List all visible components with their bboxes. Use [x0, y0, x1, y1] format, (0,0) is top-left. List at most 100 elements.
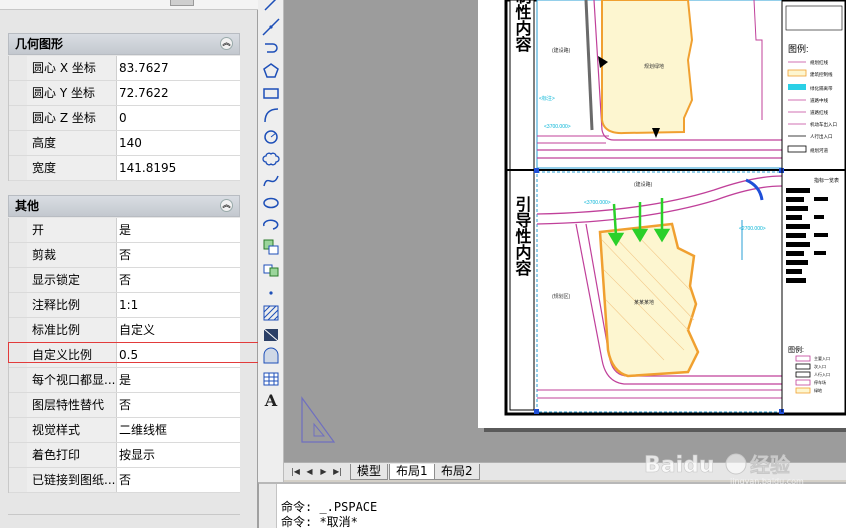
prop-row-shade-plot[interactable]: 着色打印 按显示: [9, 443, 240, 468]
section-header-other[interactable]: 其他 ︽: [8, 195, 240, 217]
next-tab-icon[interactable]: ▶: [318, 466, 329, 477]
prop-value[interactable]: 自定义: [117, 318, 241, 342]
tab-layout2[interactable]: 布局2: [434, 464, 480, 480]
prop-value[interactable]: 否: [117, 393, 241, 417]
svg-text:人行入口: 人行入口: [814, 371, 830, 377]
point-icon[interactable]: [261, 281, 281, 301]
prop-row-center-x[interactable]: 圆心 X 坐标 83.7627: [9, 56, 240, 81]
prop-value[interactable]: 否: [117, 243, 241, 267]
svg-text:停车场: 停车场: [814, 379, 826, 385]
make-block-icon[interactable]: [261, 259, 281, 279]
gradient-icon[interactable]: [261, 325, 281, 345]
legend2-title: 图例:: [788, 345, 804, 354]
prop-value[interactable]: 140: [117, 131, 241, 155]
prop-name: 开: [27, 218, 117, 242]
prop-row-linked-to-sheet[interactable]: 已链接到图纸... 否: [9, 468, 240, 493]
prop-name: 剪裁: [27, 243, 117, 267]
prop-value[interactable]: 按显示: [117, 443, 241, 467]
prop-name: 标准比例: [27, 318, 117, 342]
arc-icon[interactable]: [261, 105, 281, 125]
layout-canvas[interactable]: 规划绿地 (建设路) <标注> <3700.000> 强制性内容 引导性内容 某…: [284, 0, 846, 462]
custom-scale-highlight: [8, 342, 288, 363]
prop-value[interactable]: 0: [117, 106, 241, 130]
prop-name: 圆心 Z 坐标: [27, 106, 117, 130]
baidu-jingyan-watermark: Baidu 经验 jingyan.baidu.com: [644, 453, 804, 486]
prop-name: 圆心 X 坐标: [27, 56, 117, 80]
command-history-line: 命令: *取消*: [281, 515, 358, 528]
rectangle-icon[interactable]: [261, 83, 281, 103]
watermark-brand: Baidu: [644, 453, 715, 478]
prop-row-width[interactable]: 宽度 141.8195: [9, 156, 240, 181]
prop-name: 宽度: [27, 156, 117, 180]
prev-tab-icon[interactable]: ◀: [304, 466, 315, 477]
construction-line-icon[interactable]: [261, 17, 281, 37]
first-tab-icon[interactable]: |◀: [290, 466, 301, 477]
prop-row-standard-scale[interactable]: 标准比例 自定义: [9, 318, 240, 343]
revision-cloud-icon[interactable]: [261, 149, 281, 169]
prop-row-display-locked[interactable]: 显示锁定 否: [9, 268, 240, 293]
prop-row-on[interactable]: 开 是: [9, 218, 240, 243]
tab-model[interactable]: 模型: [350, 464, 389, 480]
panel-toggle-button[interactable]: [170, 0, 194, 6]
section-header-geometry[interactable]: 几何图形 ︽: [8, 33, 240, 55]
cad-window: 几何图形 ︽ 圆心 X 坐标 83.7627 圆心 Y 坐标 72.7622 圆…: [0, 0, 846, 528]
prop-row-height[interactable]: 高度 140: [9, 131, 240, 156]
prop-name: 显示锁定: [27, 268, 117, 292]
command-window-handle[interactable]: [259, 484, 277, 528]
polyline-icon[interactable]: [261, 39, 281, 59]
prop-value[interactable]: 否: [117, 268, 241, 292]
table-icon[interactable]: [261, 369, 281, 389]
prop-value[interactable]: 1:1: [117, 293, 241, 317]
prop-name: 视觉样式: [27, 418, 117, 442]
prop-value[interactable]: 是: [117, 218, 241, 242]
legend-item: 道路红线: [810, 109, 828, 116]
ellipse-icon[interactable]: [261, 193, 281, 213]
grip-nw: [534, 168, 539, 173]
prop-value[interactable]: 72.7622: [117, 81, 241, 105]
prop-value[interactable]: 是: [117, 368, 241, 392]
legend-item: 绿化隔离带: [810, 85, 833, 92]
prop-row-annotation-scale[interactable]: 注释比例 1:1: [9, 293, 240, 318]
spline-icon[interactable]: [261, 171, 281, 191]
insert-block-icon[interactable]: [261, 237, 281, 257]
title-block: [785, 5, 843, 31]
command-window[interactable]: 命令: _.PSPACE 命令: *取消*: [258, 482, 846, 528]
hatch-icon[interactable]: [261, 303, 281, 323]
line-icon[interactable]: [261, 0, 281, 14]
layout-drawing: 规划绿地 (建设路) <标注> <3700.000> 强制性内容 引导性内容 某…: [478, 0, 846, 432]
polygon-icon[interactable]: [261, 61, 281, 81]
prop-name: 图层特性替代: [27, 393, 117, 417]
svg-text:主要入口: 主要入口: [814, 355, 830, 361]
last-tab-icon[interactable]: ▶|: [332, 466, 343, 477]
prop-value[interactable]: 否: [117, 468, 241, 492]
draw-toolbar: A: [258, 0, 284, 528]
prop-row-ucs-per-viewport[interactable]: 每个视口都显... 是: [9, 368, 240, 393]
circle-icon[interactable]: [261, 127, 281, 147]
prop-value[interactable]: 二维线框: [117, 418, 241, 442]
prop-value[interactable]: 141.8195: [117, 156, 241, 180]
prop-row-clip[interactable]: 剪裁 否: [9, 243, 240, 268]
prop-row-center-y[interactable]: 圆心 Y 坐标 72.7622: [9, 81, 240, 106]
table-title: 指标一览表: [814, 177, 839, 184]
prop-row-layer-override[interactable]: 图层特性替代 否: [9, 393, 240, 418]
prop-row-visual-style[interactable]: 视觉样式 二维线框: [9, 418, 240, 443]
collapse-icon[interactable]: ︽: [220, 199, 233, 212]
legend-item: 人行出入口: [810, 133, 833, 140]
tab-layout1[interactable]: 布局1: [389, 464, 435, 480]
collapse-icon[interactable]: ︽: [220, 37, 233, 50]
upper-dim-2: <3700.000>: [544, 124, 571, 130]
prop-name: 圆心 Y 坐标: [27, 81, 117, 105]
legend-item: 建筑控制线: [810, 71, 833, 78]
upper-plot-label: 规划绿地: [644, 63, 664, 70]
prop-value[interactable]: 83.7627: [117, 56, 241, 80]
region-icon[interactable]: [261, 347, 281, 367]
ellipse-arc-icon[interactable]: [261, 215, 281, 235]
upper-dim-1: <标注>: [539, 95, 555, 102]
panel-top-strip: [0, 0, 258, 10]
prop-name: 注释比例: [27, 293, 117, 317]
prop-name: 每个视口都显...: [27, 368, 117, 392]
prop-row-center-z[interactable]: 圆心 Z 坐标 0: [9, 106, 240, 131]
legend-item: 机动车出入口: [810, 121, 837, 128]
svg-text:次入口: 次入口: [814, 363, 826, 369]
multiline-text-icon[interactable]: A: [261, 391, 281, 411]
